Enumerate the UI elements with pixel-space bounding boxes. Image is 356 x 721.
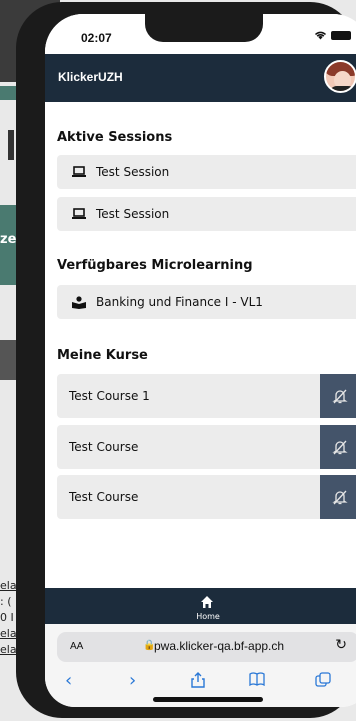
text-size-button[interactable]: AA: [70, 641, 83, 652]
course-item-label: Test Course 1: [69, 389, 150, 403]
status-icons: [314, 30, 351, 40]
laptop-icon: [72, 165, 86, 179]
section-title-courses: Meine Kurse: [57, 348, 148, 363]
reload-icon[interactable]: ↻: [335, 637, 347, 653]
bottom-navigation: Home: [45, 588, 356, 624]
session-item-label: Test Session: [96, 165, 170, 179]
background-text-fragment: ze: [0, 232, 17, 247]
forward-icon[interactable]: ›: [129, 672, 136, 690]
notch: [145, 14, 263, 42]
status-bar: 02:07: [45, 14, 356, 54]
section-title-microlearning: Verfügbares Microlearning: [57, 258, 253, 273]
back-icon[interactable]: ‹: [65, 672, 72, 690]
nav-home-label: Home: [196, 612, 220, 621]
course-item-label: Test Course: [69, 490, 139, 504]
bell-off-icon: [332, 389, 348, 404]
home-indicator: [153, 697, 263, 702]
bell-off-icon: [332, 490, 348, 505]
book-reader-icon: [72, 295, 86, 309]
wifi-icon: [314, 31, 327, 40]
bell-off-icon: [332, 440, 348, 455]
session-item[interactable]: Test Session: [57, 155, 356, 189]
url-text: pwa.klicker-qa.bf-app.ch: [154, 639, 285, 653]
browser-chrome: AA 🔒 pwa.klicker-qa.bf-app.ch ↻ ‹ ›: [45, 624, 356, 707]
browser-toolbar: ‹ ›: [45, 668, 356, 698]
share-icon[interactable]: [191, 672, 205, 692]
status-time: 02:07: [81, 31, 112, 45]
bell-off-button[interactable]: [320, 425, 356, 469]
tabs-icon[interactable]: [315, 672, 331, 692]
course-item-label: Test Course: [69, 440, 139, 454]
bell-off-button[interactable]: [320, 475, 356, 519]
battery-icon: [331, 30, 351, 40]
microlearning-item-label: Banking und Finance I - VL1: [96, 295, 263, 309]
course-item[interactable]: Test Course 1: [57, 374, 356, 418]
address-bar[interactable]: AA 🔒 pwa.klicker-qa.bf-app.ch ↻: [57, 632, 356, 662]
section-title-active-sessions: Aktive Sessions: [57, 130, 173, 145]
home-icon: [201, 596, 213, 608]
app-title[interactable]: KlickerUZH: [58, 70, 123, 84]
user-avatar[interactable]: [324, 60, 356, 93]
background-bar: [8, 130, 14, 160]
main-content: Aktive Sessions Test Session Test Sessio…: [45, 102, 356, 588]
phone-frame: 02:07 KlickerUZH Aktive Sessions Test Se…: [16, 2, 356, 718]
session-item[interactable]: Test Session: [57, 197, 356, 231]
course-item[interactable]: Test Course: [57, 425, 356, 469]
session-item-label: Test Session: [96, 207, 170, 221]
bell-off-button[interactable]: [320, 374, 356, 418]
app-header: KlickerUZH: [45, 54, 356, 102]
course-item[interactable]: Test Course: [57, 475, 356, 519]
laptop-icon: [72, 207, 86, 221]
bookmarks-icon[interactable]: [249, 672, 265, 690]
microlearning-item[interactable]: Banking und Finance I - VL1: [57, 285, 356, 319]
phone-screen: 02:07 KlickerUZH Aktive Sessions Test Se…: [45, 14, 356, 707]
